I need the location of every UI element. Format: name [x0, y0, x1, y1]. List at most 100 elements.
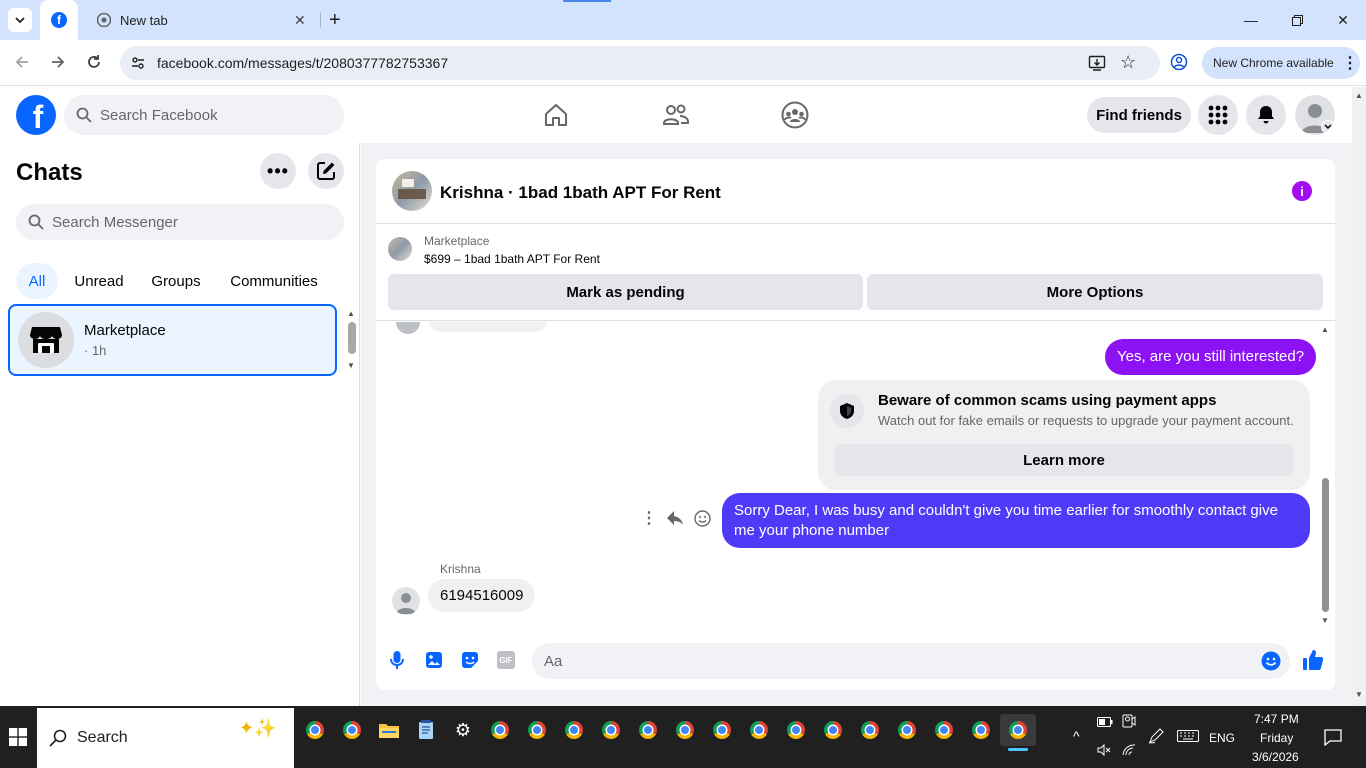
- home-icon[interactable]: [538, 97, 574, 133]
- friends-icon[interactable]: [658, 97, 694, 133]
- taskbar-chrome-icon[interactable]: [593, 714, 629, 746]
- minimize-icon[interactable]: —: [1228, 0, 1274, 40]
- listing-thumbnail-avatar[interactable]: [392, 171, 432, 211]
- site-settings-icon[interactable]: [130, 55, 146, 76]
- taskbar-chrome-icon[interactable]: [704, 714, 740, 746]
- taskbar-chrome-icon[interactable]: [926, 714, 962, 746]
- learn-more-button[interactable]: Learn more: [834, 444, 1294, 476]
- windows-search-box[interactable]: Search ✦✨: [37, 708, 294, 768]
- chats-options-button[interactable]: •••: [260, 153, 296, 189]
- taskbar-chrome-icon[interactable]: [334, 714, 370, 746]
- address-bar[interactable]: facebook.com/messages/t/2080377782753367…: [120, 46, 1160, 80]
- groups-icon[interactable]: [777, 97, 813, 133]
- pen-icon[interactable]: [1148, 728, 1164, 747]
- show-hidden-icons-chevron-icon[interactable]: ^: [1073, 728, 1080, 744]
- info-icon[interactable]: i: [1292, 181, 1312, 201]
- tab-search-button[interactable]: [8, 8, 32, 32]
- taskbar-chrome-icon[interactable]: [741, 714, 777, 746]
- new-tab-plus-icon[interactable]: +: [329, 10, 341, 30]
- facebook-logo-icon[interactable]: f: [16, 95, 56, 135]
- speaker-muted-icon[interactable]: [1097, 743, 1111, 759]
- taskbar-chrome-icon[interactable]: [297, 714, 333, 746]
- taskbar-settings-gear-icon[interactable]: ⚙: [445, 714, 481, 746]
- scroll-down-arrow-icon[interactable]: ▼: [1321, 616, 1329, 625]
- battery-icon[interactable]: [1097, 716, 1113, 730]
- bookmark-star-icon[interactable]: ☆: [1120, 52, 1136, 73]
- new-message-button[interactable]: [308, 153, 344, 189]
- photo-icon[interactable]: [425, 651, 443, 674]
- reload-icon[interactable]: [80, 48, 108, 76]
- listing-small-thumbnail[interactable]: [388, 237, 412, 261]
- camera-icon[interactable]: [1122, 714, 1136, 731]
- react-smiley-icon[interactable]: [694, 510, 711, 532]
- windows-start-icon[interactable]: [9, 728, 27, 751]
- like-thumbs-up-icon[interactable]: [1302, 649, 1324, 676]
- mark-as-pending-button[interactable]: Mark as pending: [388, 274, 863, 310]
- find-friends-button[interactable]: Find friends: [1087, 97, 1191, 133]
- more-options-button[interactable]: More Options: [867, 274, 1323, 310]
- taskbar-chrome-icon[interactable]: [815, 714, 851, 746]
- conversation-title[interactable]: Krishna · 1bad 1bath APT For Rent: [440, 183, 721, 203]
- thread-scrollbar-thumb[interactable]: [1322, 478, 1329, 612]
- filter-communities[interactable]: Communities: [218, 263, 330, 299]
- conversation-list-item[interactable]: Marketplace · 1h: [8, 304, 337, 376]
- taskbar-chrome-active-icon[interactable]: [1000, 714, 1036, 746]
- krishna-avatar[interactable]: [392, 587, 420, 615]
- message-more-icon[interactable]: ⋮: [641, 508, 657, 528]
- message-input[interactable]: Aa: [532, 643, 1290, 679]
- clock-date[interactable]: 3/6/2026: [1252, 750, 1299, 764]
- restore-icon[interactable]: [1274, 0, 1320, 40]
- outgoing-message-bubble[interactable]: Sorry Dear, I was busy and couldn't give…: [722, 493, 1310, 548]
- notifications-bell-icon[interactable]: [1246, 95, 1286, 135]
- sticker-icon[interactable]: [461, 651, 479, 674]
- scroll-down-arrow-icon[interactable]: ▼: [347, 361, 355, 370]
- emoji-icon[interactable]: [1261, 651, 1281, 675]
- clock-time[interactable]: 7:47 PM: [1254, 712, 1299, 726]
- taskbar-chrome-icon[interactable]: [519, 714, 555, 746]
- taskbar-chrome-icon[interactable]: [482, 714, 518, 746]
- taskbar-chrome-icon[interactable]: [778, 714, 814, 746]
- language-indicator[interactable]: ENG: [1209, 731, 1235, 745]
- tab-new-tab[interactable]: New tab ✕: [86, 0, 320, 40]
- clock-day[interactable]: Friday: [1260, 731, 1293, 745]
- taskbar-chrome-icon[interactable]: [630, 714, 666, 746]
- chrome-update-button[interactable]: New Chrome available ⋮: [1202, 47, 1360, 79]
- microphone-icon[interactable]: [389, 650, 405, 675]
- tab-facebook[interactable]: f: [40, 0, 78, 40]
- menu-grid-icon[interactable]: [1198, 95, 1238, 135]
- taskbar-notepad-icon[interactable]: [408, 714, 444, 746]
- url-text[interactable]: facebook.com/messages/t/2080377782753367: [157, 55, 448, 71]
- listing-title[interactable]: $699 – 1bad 1bath APT For Rent: [424, 252, 600, 266]
- taskbar-file-explorer-icon[interactable]: [371, 714, 407, 746]
- wifi-icon[interactable]: [1122, 744, 1136, 759]
- profile-icon[interactable]: [1170, 53, 1188, 76]
- outgoing-message-bubble[interactable]: Yes, are you still interested?: [1105, 339, 1317, 375]
- filter-groups[interactable]: Groups: [142, 263, 210, 299]
- page-scrollbar[interactable]: ▲ ▼: [1352, 87, 1366, 706]
- taskbar-chrome-icon[interactable]: [963, 714, 999, 746]
- more-vertical-icon[interactable]: ⋮: [1342, 53, 1358, 73]
- taskbar-chrome-icon[interactable]: [667, 714, 703, 746]
- scroll-up-arrow-icon[interactable]: ▲: [1321, 325, 1329, 334]
- scroll-up-arrow-icon[interactable]: ▲: [347, 309, 355, 318]
- facebook-search-input[interactable]: Search Facebook: [64, 95, 344, 135]
- scroll-down-arrow-icon[interactable]: ▼: [1355, 690, 1363, 699]
- forward-arrow-icon[interactable]: [44, 48, 72, 76]
- close-window-icon[interactable]: ✕: [1320, 0, 1366, 40]
- messenger-search-input[interactable]: Search Messenger: [16, 204, 344, 240]
- notification-center-icon[interactable]: [1324, 728, 1342, 749]
- install-app-icon[interactable]: [1088, 54, 1106, 77]
- filter-all[interactable]: All: [16, 263, 58, 299]
- taskbar-chrome-icon[interactable]: [889, 714, 925, 746]
- reply-icon[interactable]: [666, 510, 684, 531]
- chats-scrollbar-thumb[interactable]: [348, 322, 356, 354]
- close-tab-icon[interactable]: ✕: [294, 12, 306, 29]
- incoming-message-bubble[interactable]: 6194516009: [428, 579, 536, 612]
- scroll-up-arrow-icon[interactable]: ▲: [1355, 91, 1363, 100]
- gif-icon[interactable]: GIF: [497, 651, 515, 669]
- filter-unread[interactable]: Unread: [64, 263, 134, 299]
- keyboard-icon[interactable]: [1177, 730, 1199, 745]
- taskbar-chrome-icon[interactable]: [852, 714, 888, 746]
- account-avatar[interactable]: [1295, 95, 1335, 135]
- back-arrow-icon[interactable]: [8, 48, 36, 76]
